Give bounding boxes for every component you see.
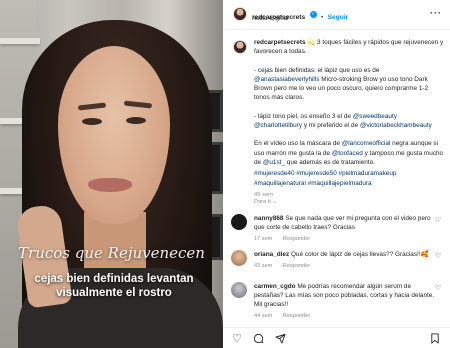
caption-paragraph: redcarpetsecrets 💫 3 toques fáciles y rá… [254, 38, 444, 57]
commenter-avatar[interactable] [231, 250, 247, 266]
post-caption: redcarpetsecrets 💫 3 toques fáciles y rá… [254, 38, 444, 200]
commenter-avatar[interactable] [231, 214, 247, 230]
separator-dot: • [321, 15, 324, 21]
share-icon[interactable] [275, 333, 286, 347]
comment-item: oriana_diez Qué color de lápiz de cejas … [231, 250, 445, 276]
comment-body: oriana_diez Qué color de lápiz de cejas … [254, 250, 436, 271]
comment-age: 43 sem [254, 263, 273, 269]
caption-paragraph: En el vídeo uso la máscara de @lancomeof… [254, 139, 444, 167]
mention-link[interactable]: @sweedbeauty [353, 113, 397, 120]
mention-link[interactable]: @lancomeofficial [342, 140, 391, 147]
caption-author-avatar[interactable] [233, 40, 247, 54]
translate-toggle[interactable]: Para ti ⌄ [254, 199, 277, 205]
caption-paragraph: - lápiz tono piel, os enseño 3 el de @sw… [254, 112, 444, 131]
comment-item: nanny868 Se que nada que ver mi pregunta… [231, 214, 445, 248]
caption-text: - lápiz tono piel, os enseño 3 el de [254, 112, 353, 120]
video-caption-overlay: cejas bien definidas levantan visualment… [18, 272, 210, 300]
verified-badge-icon: ✓ [309, 11, 317, 19]
caption-paragraph: - cejas bien definidas: el lápiz que uso… [254, 66, 444, 103]
like-comment-icon[interactable]: ♡ [435, 285, 441, 292]
comment-meta: 43 sem Responder [254, 262, 436, 271]
lips [88, 178, 132, 192]
mention-link[interactable]: @charlottetilbury [254, 122, 302, 129]
mention-link[interactable]: @victoriabeckhambeauty [360, 122, 432, 129]
comment-age: 17 sem [254, 236, 273, 242]
comment-text: Qué color de lápiz de cejas llevas?? Gra… [290, 251, 429, 258]
bookmark-icon[interactable] [430, 333, 440, 347]
person-face [58, 46, 170, 224]
comment-body: carmen_cgdo Me podrías recomendar algún … [254, 282, 436, 321]
caption-username[interactable]: redcarpetsecrets [254, 39, 306, 46]
reply-button[interactable]: Responder [283, 263, 310, 269]
commenter-username[interactable]: nanny868 [254, 215, 283, 222]
heart-icon[interactable]: ♡ [232, 333, 242, 345]
reel-video[interactable]: Trucos que Rejuvenecen cejas bien defini… [0, 0, 223, 348]
audio-label[interactable]: Audio original [252, 16, 288, 22]
author-avatar[interactable] [233, 7, 247, 21]
post-panel: redcarpetsecrets ✓ • Seguir Audio origin… [223, 0, 450, 348]
follow-button[interactable]: Seguir [328, 14, 349, 21]
shelf [0, 38, 40, 44]
eye [126, 117, 146, 124]
translate-label: Para ti [254, 199, 271, 205]
comment-age: 44 sem [254, 313, 273, 319]
comment-body: nanny868 Se que nada que ver mi pregunta… [254, 214, 436, 244]
chevron-down-icon: ⌄ [272, 199, 278, 205]
comment-icon[interactable] [253, 333, 264, 347]
commenter-username[interactable]: carmen_cgdo [254, 283, 296, 290]
mention-link[interactable]: @anastasiabeverlyhills [254, 76, 319, 83]
comment-meta: 44 sem Responder [254, 312, 436, 321]
more-options-icon[interactable]: ··· [430, 8, 442, 18]
caption-text: y mi preferido el de [302, 122, 360, 130]
post-age: 45 sem [254, 191, 274, 198]
comment-item: carmen_cgdo Me podrías recomendar algún … [231, 282, 445, 324]
post-header: redcarpetsecrets ✓ • Seguir Audio origin… [223, 0, 450, 30]
caption-text: En el vídeo uso la máscara de [254, 140, 342, 148]
mention-link[interactable]: @toofaced [332, 150, 363, 157]
hashtags[interactable]: #mujeresde40 #mujeresde50 #pielmaduramak… [254, 169, 444, 188]
mention-link[interactable]: @u1st_ [263, 159, 285, 166]
like-comment-icon[interactable]: ♡ [435, 217, 441, 224]
video-title-overlay: Trucos que Rejuvenecen [18, 244, 205, 262]
action-bar: ♡ [223, 327, 450, 348]
caption-line: cejas bien definidas levantan [34, 273, 194, 285]
caption-text: - cejas bien definidas: el lápiz que uso… [254, 66, 380, 74]
commenter-avatar[interactable] [231, 282, 247, 298]
caption-line: visualmente el rostro [56, 287, 172, 299]
commenter-username[interactable]: oriana_diez [254, 251, 289, 258]
eye [82, 118, 102, 125]
comment-meta: 17 sem Responder [254, 235, 436, 244]
like-comment-icon[interactable]: ♡ [435, 253, 441, 260]
reply-button[interactable]: Responder [283, 313, 310, 319]
reply-button[interactable]: Responder [283, 236, 310, 242]
caption-text: que además es de tratamiento. [285, 158, 375, 166]
